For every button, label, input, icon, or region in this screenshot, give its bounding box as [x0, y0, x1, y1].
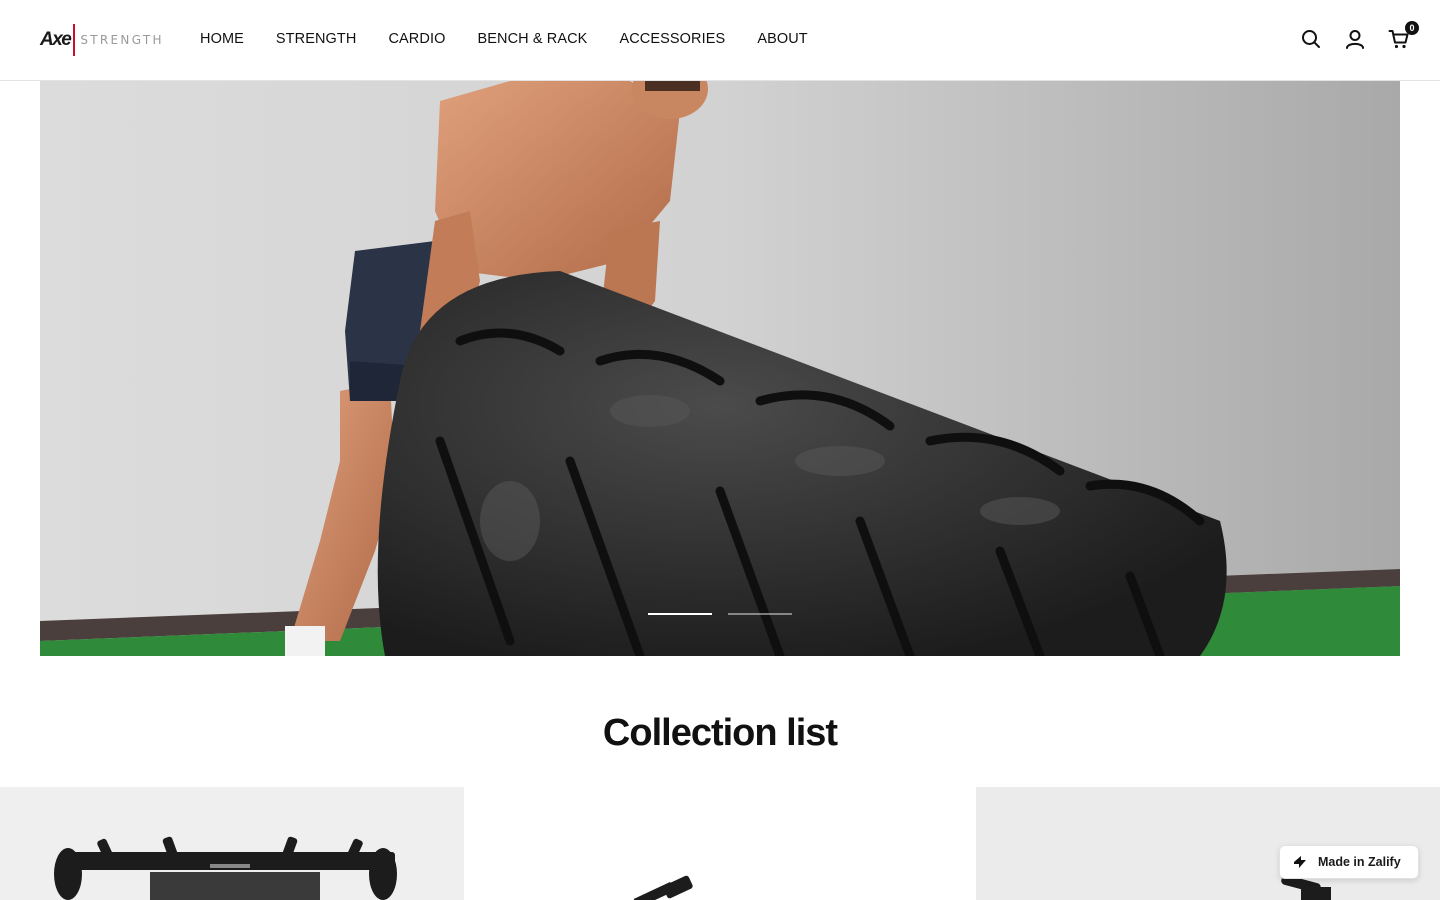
account-icon[interactable]: [1344, 28, 1366, 50]
cart-icon[interactable]: 0: [1388, 21, 1419, 50]
zalify-label: Made in Zalify: [1318, 855, 1401, 869]
cart-count-badge: 0: [1405, 21, 1419, 35]
slide-indicator-1[interactable]: [648, 613, 712, 615]
search-icon[interactable]: [1300, 28, 1322, 50]
logo-divider: [73, 24, 76, 56]
collection-image-2: [464, 787, 976, 900]
nav-cardio[interactable]: CARDIO: [388, 31, 445, 47]
site-header: Axe STRENGTH HOME STRENGTH CARDIO BENCH …: [0, 0, 1440, 81]
collection-grid: [0, 787, 1440, 900]
collection-list-title: Collection list: [602, 712, 838, 754]
nav-about[interactable]: ABOUT: [757, 31, 807, 47]
nav-accessories[interactable]: ACCESSORIES: [619, 31, 725, 47]
slide-indicator-2[interactable]: [728, 613, 792, 615]
collection-image-3: [976, 787, 1440, 900]
logo[interactable]: Axe STRENGTH: [40, 23, 164, 57]
main-nav: HOME STRENGTH CARDIO BENCH & RACK ACCESS…: [200, 31, 808, 47]
collection-image-1: [0, 787, 464, 900]
nav-strength[interactable]: STRENGTH: [276, 31, 357, 47]
collection-card-3[interactable]: [976, 787, 1440, 900]
collection-card-2[interactable]: [464, 787, 976, 900]
hero-slideshow[interactable]: [40, 81, 1400, 656]
header-actions: 0: [1300, 21, 1419, 50]
nav-bench-rack[interactable]: BENCH & RACK: [477, 31, 587, 47]
collection-card-1[interactable]: [0, 787, 464, 900]
logo-mark: Axe: [40, 29, 72, 50]
logo-wordmark: STRENGTH: [80, 33, 164, 47]
slide-indicators: [648, 613, 792, 615]
hero-image: [40, 81, 1400, 656]
made-in-zalify-badge[interactable]: Made in Zalify: [1279, 845, 1419, 879]
zalify-icon: [1294, 856, 1306, 868]
nav-home[interactable]: HOME: [200, 31, 244, 47]
